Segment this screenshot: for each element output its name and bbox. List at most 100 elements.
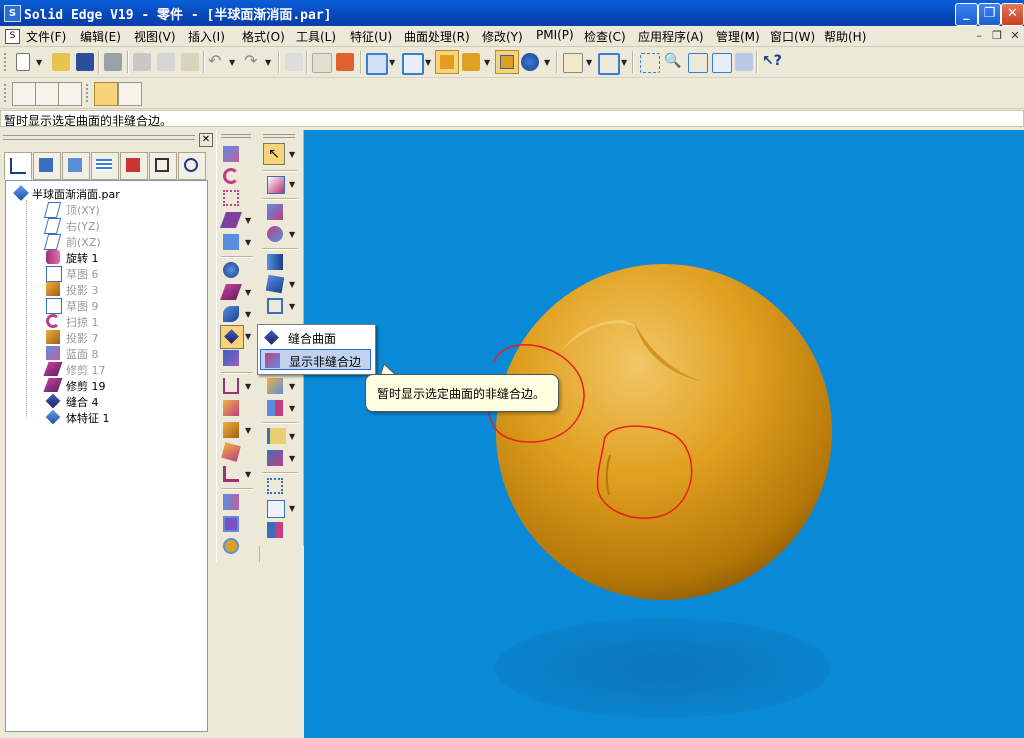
menu-manage[interactable]: 管理(M) <box>716 28 760 45</box>
menu-window[interactable]: 窗口(W) <box>770 28 815 45</box>
menu-features[interactable]: 特征(U) <box>350 28 392 45</box>
replace-face-icon[interactable] <box>223 516 239 532</box>
feature-library-icon[interactable] <box>336 53 354 71</box>
thin-wall-icon[interactable] <box>267 298 283 314</box>
menu-inspect[interactable]: 检查(C) <box>584 28 626 45</box>
stitch-dropdown-icon[interactable]: ▼ <box>245 332 251 341</box>
named-view-dropdown-icon[interactable]: ▼ <box>621 58 627 67</box>
graphics-viewport[interactable] <box>304 130 1024 738</box>
extruded-surface-dropdown-icon[interactable]: ▼ <box>245 216 251 225</box>
tab-reports[interactable] <box>149 152 177 180</box>
rotate-icon[interactable] <box>735 53 753 71</box>
view-iso-icon[interactable] <box>402 53 424 75</box>
round-icon[interactable] <box>265 274 285 294</box>
split-curve-icon[interactable] <box>221 442 241 462</box>
feature-toolbar-toggle-button[interactable] <box>94 82 118 106</box>
thin-wall-dropdown-icon[interactable]: ▼ <box>289 302 295 311</box>
display-config-icon[interactable] <box>563 53 583 73</box>
keypoint-curve-icon[interactable] <box>223 262 239 278</box>
menu-format[interactable]: 格式(O) <box>242 28 285 45</box>
menu-item-stitch-surface[interactable]: 缝合曲面 <box>260 327 371 348</box>
view-orientation-dropdown-icon[interactable]: ▼ <box>389 58 395 67</box>
tab-sensors[interactable] <box>120 152 148 180</box>
part-mode-button[interactable] <box>58 82 82 106</box>
ordered-mode-button[interactable] <box>12 82 36 106</box>
toolbar-grip[interactable] <box>4 84 9 102</box>
maximize-button[interactable]: ❐ <box>978 3 1001 26</box>
tree-item-stitch-4[interactable]: 缝合 4 <box>45 393 196 409</box>
print-icon[interactable] <box>104 53 122 71</box>
bluesurf-tool-icon[interactable] <box>223 146 239 162</box>
coordinate-system-dropdown-icon[interactable]: ▼ <box>289 454 295 463</box>
tree-item-body-feature-1[interactable]: 体特征 1 <box>45 409 196 425</box>
sketch-relations-icon[interactable] <box>267 478 283 494</box>
paste-icon[interactable] <box>181 53 199 71</box>
fit-icon[interactable] <box>688 53 708 73</box>
draft-icon[interactable] <box>267 378 283 394</box>
draft-dropdown-icon[interactable]: ▼ <box>289 382 295 391</box>
menu-pmi[interactable]: PMI(P) <box>536 28 574 42</box>
extruded-surface-icon[interactable] <box>220 212 242 228</box>
reference-plane-dropdown-icon[interactable]: ▼ <box>289 432 295 441</box>
sketch-view-icon[interactable] <box>312 53 332 73</box>
whats-this-help-icon[interactable]: ↖? <box>762 53 782 71</box>
select-dropdown-icon[interactable]: ▼ <box>289 150 295 159</box>
parting-split-icon[interactable] <box>223 538 239 554</box>
zoom-area-icon[interactable] <box>640 53 660 73</box>
app-icon[interactable]: S <box>4 5 21 22</box>
menu-edit[interactable]: 编辑(E) <box>80 28 121 45</box>
tab-layers[interactable] <box>91 152 119 180</box>
curve-dropdown-icon[interactable]: ▼ <box>245 382 251 391</box>
display-config-dropdown-icon[interactable]: ▼ <box>586 58 592 67</box>
offset-surface-dropdown-icon[interactable]: ▼ <box>245 238 251 247</box>
thicken-icon[interactable] <box>223 350 239 366</box>
swept-surface-icon[interactable] <box>223 168 239 184</box>
select-tool-button[interactable]: ↖ <box>263 143 285 165</box>
protrusion-icon[interactable] <box>267 204 283 220</box>
tree-item-revolve[interactable]: 旋转 1 <box>46 249 196 265</box>
stitch-surface-button[interactable] <box>220 325 244 349</box>
tree-item-plane-right[interactable]: 右(YZ) <box>43 217 196 234</box>
intersection-curve-icon[interactable] <box>223 400 239 416</box>
tab-feature-pathfinder[interactable] <box>4 152 32 180</box>
sphere-body[interactable] <box>496 264 832 600</box>
extend-dropdown-icon[interactable]: ▼ <box>245 310 251 319</box>
menu-applications[interactable]: 应用程序(A) <box>638 28 704 45</box>
tree-item-sweep-1[interactable]: 扫掠 1 <box>46 313 196 329</box>
mdi-minimize-button[interactable]: – <box>972 29 986 43</box>
surface-toolbar-toggle-button[interactable] <box>118 82 142 106</box>
menu-surfacing[interactable]: 曲面处理(R) <box>404 28 470 45</box>
toolbar-grip[interactable] <box>221 134 251 138</box>
tab-feature-library[interactable] <box>33 152 61 180</box>
tree-item-plane-front[interactable]: 前(XZ) <box>43 233 196 250</box>
tree-item-projection-3[interactable]: 投影 3 <box>46 281 196 297</box>
projection-tool-icon[interactable] <box>223 422 239 438</box>
derived-curve-dropdown-icon[interactable]: ▼ <box>245 470 251 479</box>
tree-item-bluesurf-8[interactable]: 蓝面 8 <box>46 345 196 361</box>
panel-close-button[interactable]: ✕ <box>199 133 213 147</box>
visible-edges-button[interactable] <box>495 50 519 74</box>
hole-icon[interactable] <box>267 254 283 270</box>
zoom-icon[interactable]: 🔍 <box>664 53 682 71</box>
plane-tool-icon[interactable] <box>267 500 285 518</box>
new-dropdown-icon[interactable]: ▼ <box>36 58 42 67</box>
trim-tool-icon[interactable] <box>220 284 242 300</box>
revolve-tool-icon[interactable] <box>267 226 283 242</box>
shading-dropdown-icon[interactable]: ▼ <box>484 58 490 67</box>
menu-view[interactable]: 视图(V) <box>134 28 176 45</box>
tree-item-projection-7[interactable]: 投影 7 <box>46 329 196 345</box>
close-button[interactable]: ✕ <box>1001 3 1024 26</box>
menu-tools[interactable]: 工具(L) <box>296 28 336 45</box>
shaded-view-button[interactable] <box>435 50 459 74</box>
toolbar-grip[interactable] <box>263 134 295 138</box>
offset-surface-icon[interactable] <box>223 234 239 250</box>
tree-item-trim-19[interactable]: 修剪 19 <box>43 377 196 393</box>
mdi-restore-button[interactable]: ❐ <box>990 29 1004 43</box>
reference-plane-icon[interactable] <box>267 428 286 444</box>
round-dropdown-icon[interactable]: ▼ <box>289 280 295 289</box>
coordinate-system-icon[interactable] <box>267 450 283 466</box>
sketch-dropdown-icon[interactable]: ▼ <box>289 180 295 189</box>
minimize-button[interactable]: _ <box>955 3 978 26</box>
menu-item-show-nonstitched-edges[interactable]: 显示非缝合边 <box>260 349 371 370</box>
toolbar-grip[interactable] <box>86 84 91 102</box>
